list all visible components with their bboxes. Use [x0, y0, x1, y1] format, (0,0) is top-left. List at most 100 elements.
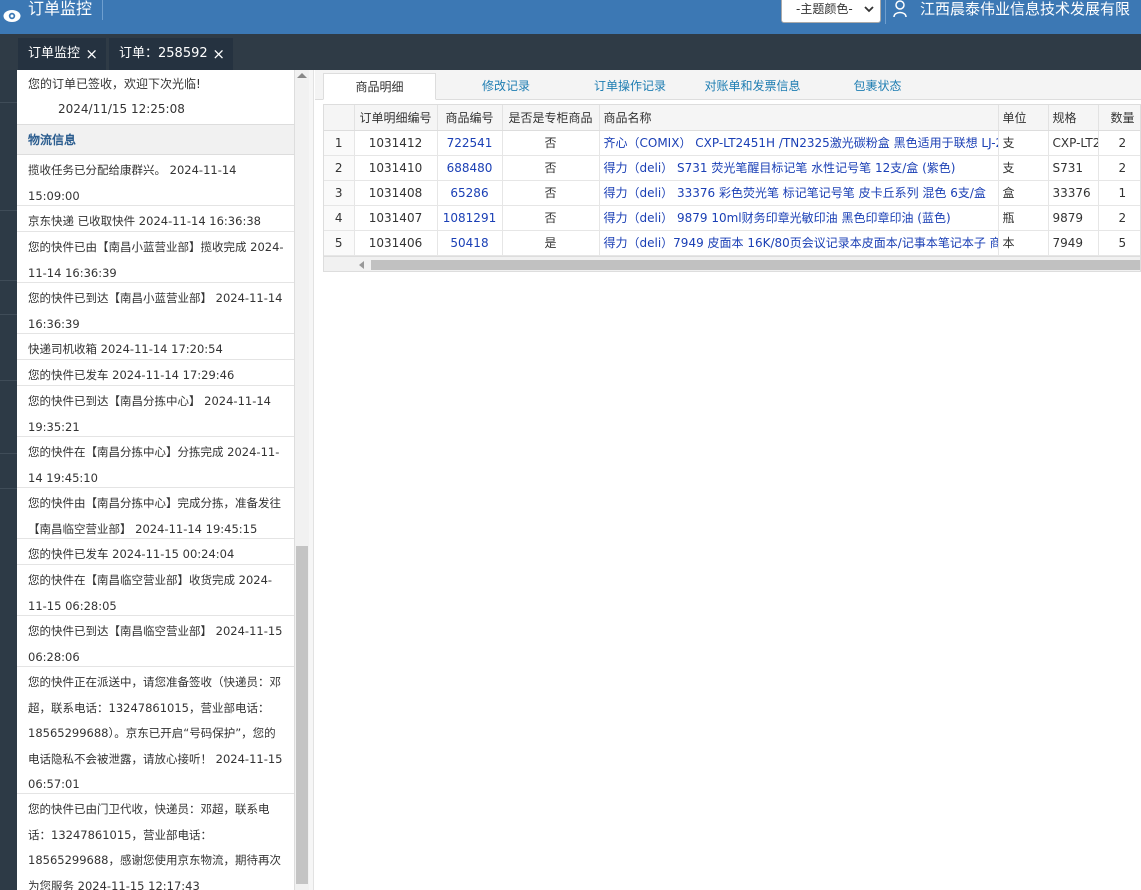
- table-row[interactable]: 5 1031406 50418 是 得力（deli）7949 皮面本 16K/8…: [324, 230, 1140, 256]
- col-rownum: [324, 105, 355, 131]
- quantity: 1: [1098, 180, 1140, 206]
- log-item: 快递司机收箱 2024-11-14 17:20:54: [17, 334, 294, 360]
- row-number: 4: [324, 205, 355, 231]
- log-item: 您的快件在【南昌临空营业部】收货完成 2024-11-15 06:28:05: [17, 565, 294, 616]
- detail-id: 1031410: [354, 155, 438, 181]
- log-item: 您的快件已到达【南昌分拣中心】 2024-11-14 19:35:21: [17, 386, 294, 437]
- scroll-left-icon[interactable]: [359, 261, 364, 269]
- tab-order-monitor[interactable]: 订单监控 ×: [18, 38, 106, 70]
- log-scrollbar[interactable]: [295, 70, 309, 890]
- spec: S731: [1048, 155, 1099, 181]
- row-number: 2: [324, 155, 355, 181]
- log-item: 您的快件已由【南昌小蓝营业部】揽收完成 2024-11-14 16:36:39: [17, 232, 294, 283]
- log-item: 您的快件正在派送中，请您准备签收（快递员：邓超，联系电话：13247861015…: [17, 667, 294, 794]
- eye-icon: [3, 10, 21, 22]
- counter-flag: 是: [502, 230, 600, 256]
- unit: 支: [998, 130, 1049, 156]
- scroll-thumb[interactable]: [296, 546, 308, 884]
- close-icon[interactable]: ×: [212, 38, 225, 70]
- tab-product-details[interactable]: 商品明细: [323, 73, 436, 100]
- unit: 本: [998, 230, 1049, 256]
- header-divider: [102, 0, 103, 20]
- logistics-panel: 您的订单已签收，欢迎下次光临! 2024/11/15 12:25:08 物流信息…: [17, 70, 295, 890]
- product-name-link[interactable]: 得力（deli） 9879 10ml财务印章光敏印油 黑色印章印油 (蓝色): [599, 205, 999, 231]
- product-name-link[interactable]: 得力（deli） 33376 彩色荧光笔 标记笔记号笔 皮卡丘系列 混色 6支/…: [599, 180, 999, 206]
- counter-flag: 否: [502, 205, 600, 231]
- tab-label: 订单监控: [28, 46, 81, 61]
- nav-tab-strip: 订单监控 × 订单：258592 ×: [0, 34, 1141, 70]
- counter-flag: 否: [502, 130, 600, 156]
- unit: 支: [998, 155, 1049, 181]
- product-id-link[interactable]: 50418: [437, 230, 503, 256]
- sign-time: 2024/11/15 12:25:08: [58, 102, 185, 116]
- col-product-name[interactable]: 商品名称: [599, 105, 999, 131]
- header-divider: [885, 0, 886, 24]
- row-number: 3: [324, 180, 355, 206]
- log-item: 您的快件已由门卫代收，快递员：邓超，联系电话：13247861015，营业部电话…: [17, 794, 294, 890]
- spec: 9879: [1048, 205, 1099, 231]
- row-number: 5: [324, 230, 355, 256]
- sign-message: 您的订单已签收，欢迎下次光临!: [28, 77, 201, 91]
- top-header: 订单监控 -主题颜色- 江西晨泰伟业信息技术发展有限: [0, 0, 1141, 34]
- tab-package-status[interactable]: 包裹状态: [820, 73, 935, 100]
- log-item: 揽收任务已分配给康群兴。 2024-11-14 15:09:00: [17, 155, 294, 206]
- sign-status: 您的订单已签收，欢迎下次光临! 2024/11/15 12:25:08: [17, 70, 294, 125]
- detail-tabs: 商品明细 修改记录 订单操作记录 对账单和发票信息 包裹状态: [315, 70, 1141, 100]
- col-unit[interactable]: 单位: [998, 105, 1049, 131]
- col-qty[interactable]: 数量: [1098, 105, 1140, 131]
- col-product-id[interactable]: 商品编号: [437, 105, 503, 131]
- spec: 7949: [1048, 230, 1099, 256]
- table-row[interactable]: 2 1031410 688480 否 得力（deli） S731 荧光笔醒目标记…: [324, 155, 1140, 181]
- tab-order-detail[interactable]: 订单：258592 ×: [109, 38, 233, 70]
- sidebar-rail: [0, 70, 17, 890]
- detail-id: 1031407: [354, 205, 438, 231]
- log-item: 您的快件已发车 2024-11-15 00:24:04: [17, 539, 294, 565]
- log-item: 您的快件已发车 2024-11-14 17:29:46: [17, 360, 294, 386]
- table-row[interactable]: 4 1031407 1081291 否 得力（deli） 9879 10ml财务…: [324, 205, 1140, 231]
- log-item: 您的快件已到达【南昌临空营业部】 2024-11-15 06:28:06: [17, 616, 294, 667]
- counter-flag: 否: [502, 180, 600, 206]
- col-spec[interactable]: 规格: [1048, 105, 1099, 131]
- product-detail-grid: 订单明细编号 商品编号 是否是专柜商品 商品名称 单位 规格 数量 1 1031…: [323, 104, 1141, 272]
- unit: 盒: [998, 180, 1049, 206]
- log-item: 您的快件由【南昌分拣中心】完成分拣，准备发往【南昌临空营业部】 2024-11-…: [17, 488, 294, 539]
- quantity: 2: [1098, 205, 1140, 231]
- table-header-row: 订单明细编号 商品编号 是否是专柜商品 商品名称 单位 规格 数量: [324, 105, 1140, 131]
- product-id-link[interactable]: 1081291: [437, 205, 503, 231]
- counter-flag: 否: [502, 155, 600, 181]
- detail-id: 1031408: [354, 180, 438, 206]
- company-name: 江西晨泰伟业信息技术发展有限: [920, 0, 1131, 18]
- quantity: 5: [1098, 230, 1140, 256]
- quantity: 2: [1098, 155, 1140, 181]
- logistics-header: 物流信息: [17, 125, 294, 155]
- product-name-link[interactable]: 齐心（COMIX） CXP-LT2451H /TN2325激光碳粉盒 黑色适用于…: [599, 130, 999, 156]
- product-table: 订单明细编号 商品编号 是否是专柜商品 商品名称 单位 规格 数量 1 1031…: [324, 105, 1140, 256]
- product-name-link[interactable]: 得力（deli）7949 皮面本 16K/80页会议记录本皮面本/记事本笔记本子…: [599, 230, 999, 256]
- tab-order-operation-log[interactable]: 订单操作记录: [573, 73, 687, 100]
- product-id-link[interactable]: 722541: [437, 130, 503, 156]
- product-id-link[interactable]: 688480: [437, 155, 503, 181]
- tab-modification-log[interactable]: 修改记录: [447, 73, 565, 100]
- product-id-link[interactable]: 65286: [437, 180, 503, 206]
- col-detail-id[interactable]: 订单明细编号: [354, 105, 438, 131]
- scroll-up-icon[interactable]: [297, 73, 307, 78]
- theme-color-select[interactable]: -主题颜色-: [781, 0, 881, 23]
- grid-horizontal-scrollbar[interactable]: [324, 256, 1140, 271]
- panel-splitter[interactable]: [309, 70, 314, 890]
- close-icon[interactable]: ×: [85, 38, 98, 70]
- log-item: 您的快件已到达【南昌小蓝营业部】 2024-11-14 16:36:39: [17, 283, 294, 334]
- tab-label: 订单：258592: [119, 46, 208, 61]
- unit: 瓶: [998, 205, 1049, 231]
- theme-select-value: -主题颜色-: [796, 2, 853, 16]
- log-item: 您的快件在【南昌分拣中心】分拣完成 2024-11-14 19:45:10: [17, 437, 294, 488]
- product-name-link[interactable]: 得力（deli） S731 荧光笔醒目标记笔 水性记号笔 12支/盒 (紫色): [599, 155, 999, 181]
- user-icon[interactable]: [893, 0, 907, 18]
- table-row[interactable]: 1 1031412 722541 否 齐心（COMIX） CXP-LT2451H…: [324, 130, 1140, 156]
- quantity: 2: [1098, 130, 1140, 156]
- col-counter[interactable]: 是否是专柜商品: [502, 105, 600, 131]
- table-row[interactable]: 3 1031408 65286 否 得力（deli） 33376 彩色荧光笔 标…: [324, 180, 1140, 206]
- tab-statement-invoice[interactable]: 对账单和发票信息: [689, 73, 816, 100]
- detail-id: 1031412: [354, 130, 438, 156]
- app-title: 订单监控: [28, 0, 93, 18]
- scroll-thumb[interactable]: [371, 260, 1140, 270]
